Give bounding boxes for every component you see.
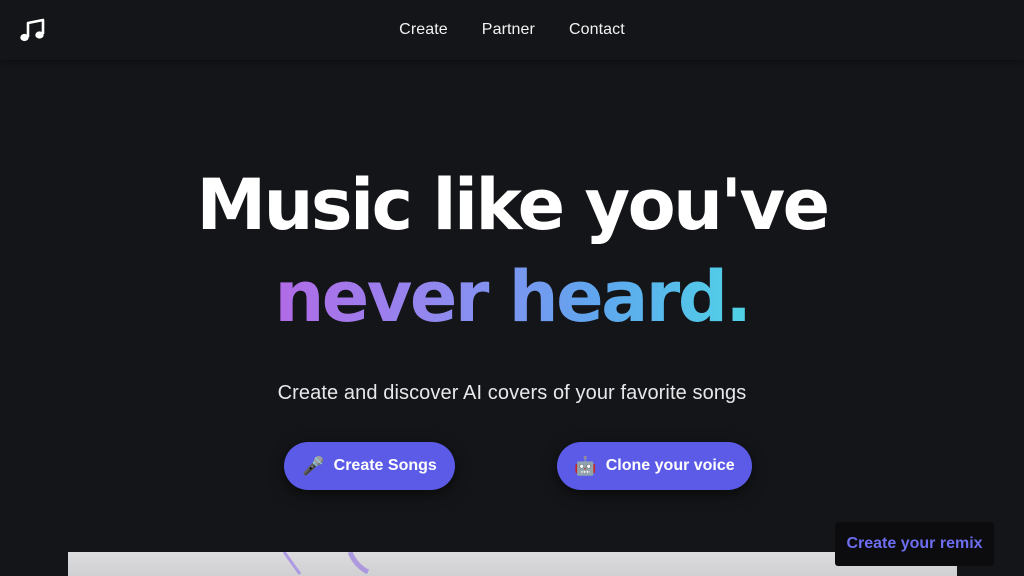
- microphone-icon: 🎤: [302, 456, 325, 476]
- hero-gradient-text: never heard.: [274, 256, 752, 338]
- create-remix-button[interactable]: Create your remix: [835, 522, 994, 566]
- nav-link-partner[interactable]: Partner: [482, 21, 535, 39]
- preview-image: [68, 552, 957, 576]
- create-songs-button[interactable]: 🎤 Create Songs: [284, 442, 455, 490]
- hero-subtitle: Create and discover AI covers of your fa…: [277, 382, 747, 404]
- hero-title-line-1: Music like you've: [196, 164, 830, 246]
- nav-link-create[interactable]: Create: [399, 21, 448, 39]
- page: Create Partner Contact Music like you've…: [0, 0, 1024, 576]
- hero-title-line-2: never heard.: [0, 262, 1024, 332]
- create-songs-label: Create Songs: [333, 457, 437, 474]
- robot-icon: 🤖: [574, 456, 597, 476]
- top-navigation-bar: Create Partner Contact: [0, 0, 1024, 60]
- clone-voice-button[interactable]: 🤖 Clone your voice: [557, 442, 752, 490]
- nav-link-contact[interactable]: Contact: [569, 21, 625, 39]
- preview-decoration: [282, 552, 370, 575]
- clone-voice-label: Clone your voice: [605, 457, 735, 474]
- main-nav: Create Partner Contact: [0, 0, 1024, 60]
